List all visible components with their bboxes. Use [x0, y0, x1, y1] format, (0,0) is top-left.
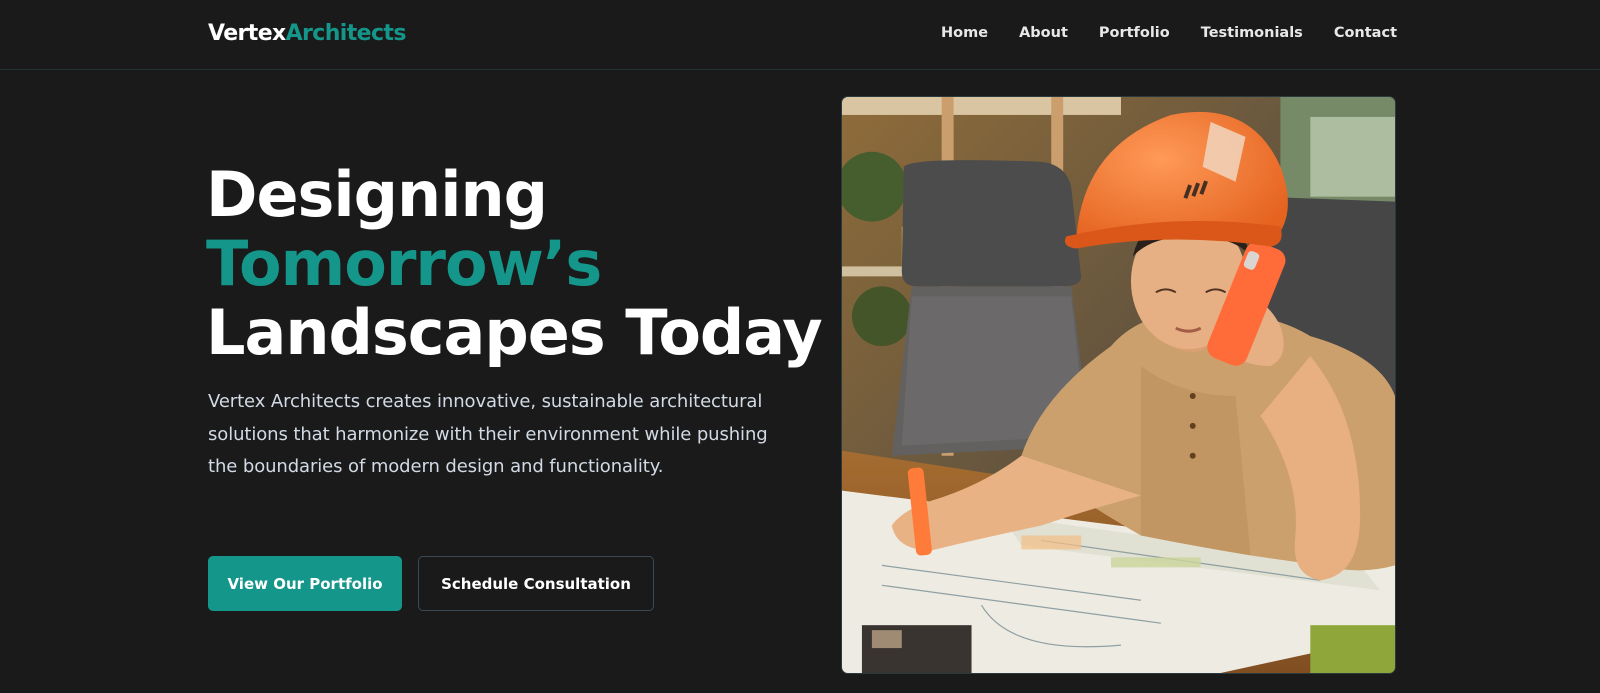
nav-links: Home About Portfolio Testimonials Contac… [941, 22, 1397, 44]
nav-link-contact[interactable]: Contact [1334, 22, 1397, 44]
brand-name-part1: Vertex [208, 21, 286, 46]
hero-title-line2: Tomorrow’s [206, 227, 602, 300]
nav-link-home[interactable]: Home [941, 22, 988, 44]
brand-logo[interactable]: VertexArchitects [208, 20, 406, 48]
architect-photo-icon [842, 97, 1395, 673]
nav-link-portfolio[interactable]: Portfolio [1099, 22, 1170, 44]
nav-link-testimonials[interactable]: Testimonials [1201, 22, 1303, 44]
nav-link-about[interactable]: About [1019, 22, 1068, 44]
schedule-consultation-button[interactable]: Schedule Consultation [418, 556, 654, 611]
hero-image [841, 96, 1396, 674]
hero-title-line3: Landscapes Today [206, 296, 823, 369]
hero-description: Vertex Architects creates innovative, su… [208, 391, 768, 477]
brand-name-part2: Architects [285, 21, 407, 46]
top-navbar: VertexArchitects Home About Portfolio Te… [0, 0, 1600, 70]
view-portfolio-button[interactable]: View Our Portfolio [208, 556, 402, 611]
hero-title-line1: Designing [206, 158, 548, 231]
hero-title: Designing Tomorrow’s Landscapes Today [206, 158, 823, 369]
